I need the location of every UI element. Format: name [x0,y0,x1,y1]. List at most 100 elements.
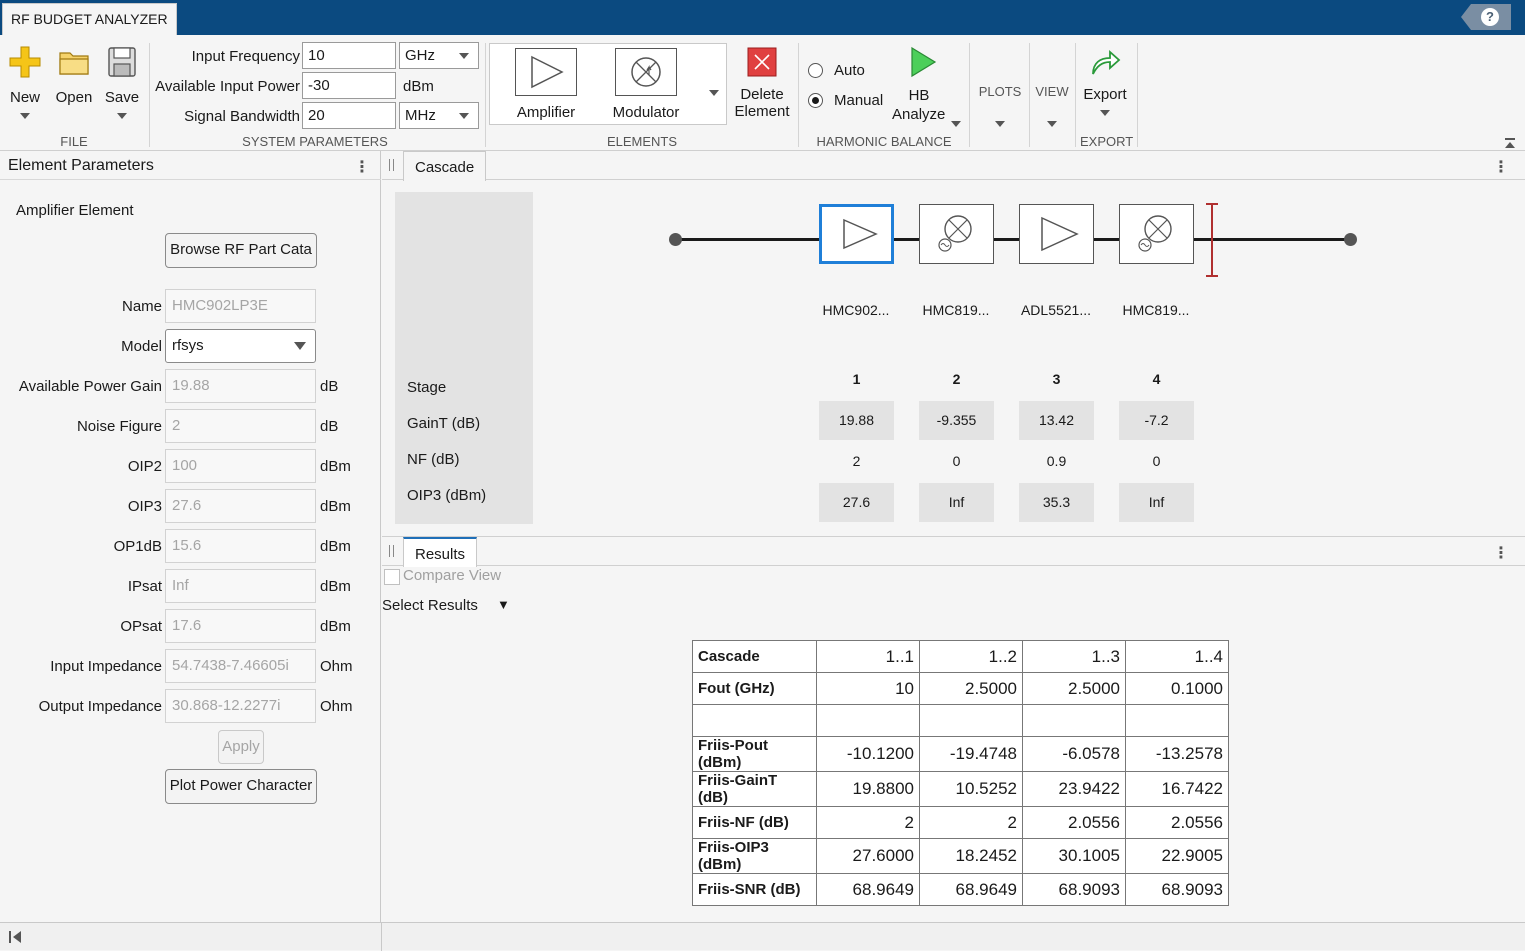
results-table: Cascade 1..1 1..2 1..3 1..4 Fout (GHz) 1… [692,640,1229,906]
table-cell [816,704,920,737]
table-cell: 1..1 [816,640,920,673]
select-results-dropdown[interactable]: ▼ [497,597,510,612]
more-options-icon[interactable]: ⋮ [1493,157,1509,177]
collapse-left-icon[interactable] [8,930,22,948]
stage-block-4[interactable] [1119,204,1194,264]
frequency-unit-select[interactable]: GHz [399,42,479,69]
nf-cell-1: 2 [852,453,861,469]
chevron-down-icon [1047,121,1057,127]
available-power-label: Available Input Power [155,78,300,95]
stage-name-4: HMC819... [1122,302,1190,318]
manual-radio[interactable] [808,93,823,108]
table-cell: 68.9093 [1022,873,1126,906]
op1db-label: OP1dB [113,538,162,555]
panel-header: Element Parameters ⋮ [0,151,381,180]
oip2-label: OIP2 [127,458,162,475]
more-options-icon[interactable]: ⋮ [354,157,370,177]
input-impedance-field[interactable]: 54.7438-7.46605i [165,649,316,683]
chevron-down-icon[interactable] [951,114,961,131]
modulator-gallery-item[interactable] [615,48,677,96]
bandwidth-field[interactable]: 20 [302,102,396,129]
apply-button[interactable]: Apply [218,730,264,764]
model-select[interactable]: rfsys [165,329,316,363]
opsat-field[interactable]: 17.6 [165,609,316,643]
ipsat-field[interactable]: Inf [165,569,316,603]
stage-block-3[interactable] [1019,204,1094,264]
op1db-field[interactable]: 15.6 [165,529,316,563]
drag-handle-icon[interactable] [389,545,394,557]
compare-view-checkbox[interactable] [384,569,400,585]
section-harmonic-balance: HARMONIC BALANCE [816,134,952,149]
divider [798,43,799,147]
row-header: Friis-SNR (dB) [692,873,817,906]
help-icon[interactable]: ? [1481,8,1499,26]
oip3-cell-2: Inf [919,483,994,522]
auto-radio[interactable] [808,63,823,78]
browse-rf-parts-button[interactable]: Browse RF Part Cata [165,233,317,268]
stage-block-2[interactable] [919,204,994,264]
available-power-field[interactable]: -30 [302,72,396,99]
table-cell: 1..4 [1125,640,1229,673]
model-label: Model [121,338,162,355]
bandwidth-unit-select[interactable]: MHz [399,102,479,129]
view-menu[interactable]: VIEW [1030,84,1074,130]
chevron-down-icon [20,113,30,119]
table-cell: 0.1000 [1125,672,1229,705]
table-cell: 2.0556 [1125,806,1229,839]
more-options-icon[interactable]: ⋮ [1493,543,1509,563]
nf-cell-4: 0 [1152,453,1161,469]
table-cell: 68.9093 [1125,873,1229,906]
gain-cell-2: -9.355 [919,401,994,440]
drag-handle-icon[interactable] [389,159,394,171]
name-field[interactable]: HMC902LP3E [165,289,316,323]
table-row: Cascade 1..1 1..2 1..3 1..4 [692,640,1229,673]
tab-cascade[interactable]: Cascade [403,151,487,181]
gallery-expand-button[interactable] [709,83,719,100]
amplifier-label: Amplifier [516,104,576,121]
input-frequency-field[interactable]: 10 [302,42,396,69]
delete-label-2: Element [734,103,790,120]
table-cell: 68.9649 [919,873,1023,906]
output-port [1344,233,1357,246]
oip3-field[interactable]: 27.6 [165,489,316,523]
app-title-tab[interactable]: RF BUDGET ANALYZER [2,3,177,35]
stage-number-1: 1 [852,371,861,387]
input-impedance-unit: Ohm [320,658,353,675]
analysis-cursor[interactable] [1211,203,1213,277]
noise-figure-field[interactable]: 2 [165,409,316,443]
table-cell: 2.5000 [919,672,1023,705]
tab-results[interactable]: Results [403,537,478,567]
hb-analyze-button[interactable]: HB Analyze [888,45,962,123]
table-row: Fout (GHz) 10 2.5000 2.5000 0.1000 [692,672,1229,705]
status-bar [0,922,1525,951]
new-button[interactable]: New [6,45,44,123]
gain-field[interactable]: 19.88 [165,369,316,403]
table-cell: 23.9422 [1022,771,1126,807]
amplifier-gallery-item[interactable] [515,48,577,96]
oip2-field[interactable]: 100 [165,449,316,483]
table-cell [919,704,1023,737]
export-button[interactable]: Export [1079,47,1131,120]
chevron-down-icon [709,90,719,96]
section-elements: ELEMENTS [606,134,678,149]
save-button[interactable]: Save [103,45,141,123]
stage-name-2: HMC819... [922,302,990,318]
output-impedance-unit: Ohm [320,698,353,715]
plot-power-characteristics-button[interactable]: Plot Power Character [165,769,317,804]
row-label-oip3: OIP3 (dBm) [407,487,487,504]
table-row: Friis-Pout (dBm) -10.1200 -19.4748 -6.05… [692,736,1229,772]
elements-gallery: Amplifier Modulator [489,43,727,125]
open-button[interactable]: Open [55,45,93,106]
delete-element-button[interactable]: Delete Element [732,47,792,120]
ipsat-label: IPsat [127,578,162,595]
table-cell: 16.7422 [1125,771,1229,807]
table-cell: 1..3 [1022,640,1126,673]
plots-menu[interactable]: PLOTS [975,84,1025,130]
table-cell: -19.4748 [919,736,1023,772]
row-header [692,704,817,737]
stage-name-1: HMC902... [822,302,890,318]
stage-block-1[interactable] [819,204,894,264]
modulator-icon [1138,215,1172,252]
save-label: Save [104,89,140,106]
output-impedance-field[interactable]: 30.868-12.2277i [165,689,316,723]
